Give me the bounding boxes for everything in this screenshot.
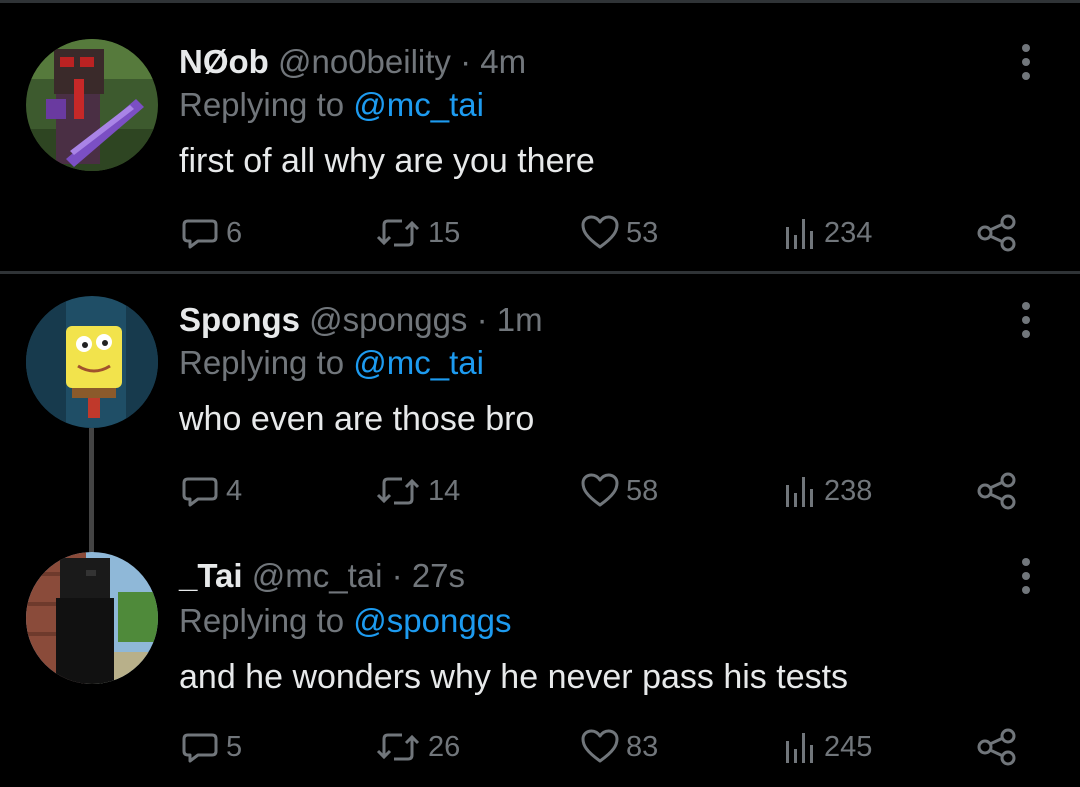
reply-icon xyxy=(180,471,220,511)
like-button[interactable]: 58 xyxy=(580,469,658,513)
display-name[interactable]: _Tai xyxy=(179,557,243,594)
like-button[interactable]: 53 xyxy=(580,211,658,255)
more-options-icon[interactable] xyxy=(1014,556,1038,596)
like-count: 53 xyxy=(626,216,659,249)
retweet-button[interactable]: 26 xyxy=(374,725,460,769)
timestamp[interactable]: 27s xyxy=(412,557,465,594)
retweet-icon xyxy=(374,471,422,511)
mention-link[interactable]: @mc_tai xyxy=(353,344,484,381)
reply-button[interactable]: 4 xyxy=(180,469,242,513)
share-button[interactable] xyxy=(975,469,1019,513)
separator: · xyxy=(476,301,488,338)
tweet[interactable]: NØob @no0beility · 4m Replying to @mc_ta… xyxy=(0,0,1080,272)
share-icon xyxy=(975,213,1019,253)
retweet-count: 26 xyxy=(428,730,461,763)
reply-button[interactable]: 6 xyxy=(180,211,242,255)
like-button[interactable]: 83 xyxy=(580,725,658,769)
views-icon xyxy=(782,727,818,767)
views-count: 234 xyxy=(824,216,873,249)
tweet-header: _Tai @mc_tai · 27s xyxy=(179,556,465,596)
display-name[interactable]: NØob xyxy=(179,43,269,80)
handle[interactable]: @no0beility xyxy=(278,43,451,80)
views-button[interactable]: 234 xyxy=(782,211,872,255)
handle[interactable]: @sponggs xyxy=(309,301,467,338)
views-count: 238 xyxy=(824,474,873,507)
reply-icon xyxy=(180,727,220,767)
share-icon xyxy=(975,471,1019,511)
retweet-button[interactable]: 14 xyxy=(374,469,460,513)
retweet-button[interactable]: 15 xyxy=(374,211,460,255)
share-button[interactable] xyxy=(975,725,1019,769)
share-icon xyxy=(975,727,1019,767)
views-icon xyxy=(782,213,818,253)
heart-icon xyxy=(580,727,620,767)
tweet-text: who even are those bro xyxy=(179,400,535,438)
like-count: 58 xyxy=(626,474,659,507)
views-button[interactable]: 238 xyxy=(782,469,872,513)
action-bar: 5 26 83 245 xyxy=(0,725,1080,769)
retweet-icon xyxy=(374,213,422,253)
avatar[interactable] xyxy=(26,552,158,684)
replying-prefix: Replying to xyxy=(179,602,354,639)
tweet-text: and he wonders why he never pass his tes… xyxy=(179,658,849,696)
tweet[interactable]: Spongs @sponggs · 1m Replying to @mc_tai… xyxy=(0,274,1080,532)
action-bar: 6 15 53 234 xyxy=(0,211,1080,255)
display-name[interactable]: Spongs xyxy=(179,301,300,338)
mention-link[interactable]: @sponggs xyxy=(353,602,511,639)
reply-button[interactable]: 5 xyxy=(180,725,242,769)
mention-link[interactable]: @mc_tai xyxy=(353,86,484,123)
retweet-count: 15 xyxy=(428,216,461,249)
handle[interactable]: @mc_tai xyxy=(252,557,383,594)
action-bar: 4 14 58 238 xyxy=(0,469,1080,513)
timestamp[interactable]: 1m xyxy=(497,301,543,338)
more-options-icon[interactable] xyxy=(1014,300,1038,340)
reply-count: 5 xyxy=(226,730,243,763)
reply-icon xyxy=(180,213,220,253)
tweet-header: Spongs @sponggs · 1m xyxy=(179,300,543,340)
separator: · xyxy=(460,43,472,80)
separator: · xyxy=(391,557,403,594)
replying-to: Replying to @mc_tai xyxy=(179,85,484,125)
avatar[interactable] xyxy=(26,39,158,171)
share-button[interactable] xyxy=(975,211,1019,255)
reply-count: 4 xyxy=(226,474,243,507)
timestamp[interactable]: 4m xyxy=(480,43,526,80)
views-count: 245 xyxy=(824,730,873,763)
retweet-count: 14 xyxy=(428,474,461,507)
tweet-header: NØob @no0beility · 4m xyxy=(179,42,526,82)
tweet-text: first of all why are you there xyxy=(179,142,595,180)
views-button[interactable]: 245 xyxy=(782,725,872,769)
views-icon xyxy=(782,471,818,511)
replying-prefix: Replying to xyxy=(179,344,354,381)
more-options-icon[interactable] xyxy=(1014,42,1038,82)
avatar[interactable] xyxy=(26,296,158,428)
reply-count: 6 xyxy=(226,216,243,249)
replying-prefix: Replying to xyxy=(179,86,354,123)
tweet[interactable]: _Tai @mc_tai · 27s Replying to @sponggs … xyxy=(0,532,1080,787)
replying-to: Replying to @mc_tai xyxy=(179,343,484,383)
retweet-icon xyxy=(374,727,422,767)
like-count: 83 xyxy=(626,730,659,763)
heart-icon xyxy=(580,213,620,253)
replying-to: Replying to @sponggs xyxy=(179,601,512,641)
heart-icon xyxy=(580,471,620,511)
